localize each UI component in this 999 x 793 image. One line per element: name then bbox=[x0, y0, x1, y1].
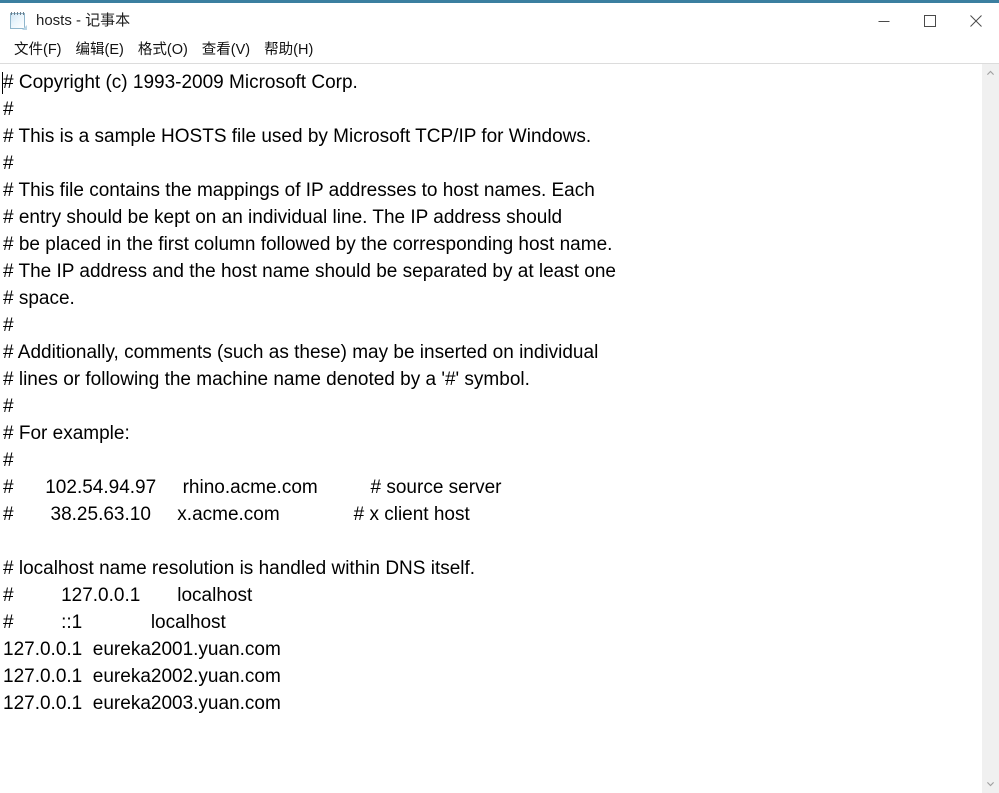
text-line: # This is a sample HOSTS file used by Mi… bbox=[3, 126, 592, 147]
scroll-down-button[interactable] bbox=[982, 776, 999, 793]
maximize-icon bbox=[924, 14, 936, 27]
text-line: # The IP address and the host name shoul… bbox=[3, 261, 617, 282]
text-line: # 102.54.94.97 rhino.acme.com # source s… bbox=[3, 477, 502, 498]
text-line: # ::1 localhost bbox=[3, 612, 226, 633]
text-line: 127.0.0.1 eureka2002.yuan.com bbox=[3, 666, 281, 687]
menu-bar: 文件(F) 编辑(E) 格式(O) 查看(V) 帮助(H) bbox=[0, 38, 999, 63]
text-line: # 127.0.0.1 localhost bbox=[3, 585, 253, 606]
text-line: 127.0.0.1 eureka2003.yuan.com bbox=[3, 693, 281, 714]
text-line: # lines or following the machine name de… bbox=[3, 369, 530, 390]
text-line: # bbox=[3, 315, 14, 336]
text-line bbox=[3, 528, 982, 555]
chevron-down-icon bbox=[987, 782, 994, 787]
menu-item-edit[interactable]: 编辑(E) bbox=[69, 43, 131, 58]
chevron-up-icon bbox=[987, 70, 994, 75]
text-line: # 38.25.63.10 x.acme.com # x client host bbox=[3, 504, 470, 525]
minimize-icon bbox=[878, 20, 890, 22]
menu-item-help[interactable]: 帮助(H) bbox=[257, 43, 320, 58]
text-line: # Copyright (c) 1993-2009 Microsoft Corp… bbox=[3, 72, 358, 93]
minimize-button[interactable] bbox=[861, 3, 907, 38]
text-editor[interactable]: # Copyright (c) 1993-2009 Microsoft Corp… bbox=[0, 64, 982, 793]
menu-item-file[interactable]: 文件(F) bbox=[7, 43, 69, 58]
text-line: # entry should be kept on an individual … bbox=[3, 207, 563, 228]
text-caret bbox=[2, 72, 3, 94]
text-line: # bbox=[3, 153, 14, 174]
title-bar-left: hosts - 记事本 bbox=[0, 3, 130, 38]
close-icon bbox=[970, 14, 982, 27]
text-line: # bbox=[3, 99, 14, 120]
scroll-up-button[interactable] bbox=[982, 64, 999, 81]
notepad-icon bbox=[9, 11, 27, 30]
maximize-button[interactable] bbox=[907, 3, 953, 38]
notepad-window: hosts - 记事本 文件(F) 编辑(E) 格式(O) 查看(V) 帮助(H… bbox=[0, 0, 999, 793]
text-line: 127.0.0.1 eureka2001.yuan.com bbox=[3, 639, 281, 660]
menu-item-view[interactable]: 查看(V) bbox=[195, 43, 257, 58]
text-line: # space. bbox=[3, 288, 75, 309]
text-line: # localhost name resolution is handled w… bbox=[3, 558, 476, 579]
close-button[interactable] bbox=[953, 3, 999, 38]
text-content: # Copyright (c) 1993-2009 Microsoft Corp… bbox=[0, 64, 982, 717]
text-line: # bbox=[3, 396, 14, 417]
window-controls bbox=[861, 3, 999, 38]
text-line: # Additionally, comments (such as these)… bbox=[3, 342, 599, 363]
window-title: hosts - 记事本 bbox=[36, 12, 131, 29]
text-line: # be placed in the first column followed… bbox=[3, 234, 613, 255]
vertical-scrollbar[interactable] bbox=[982, 64, 999, 793]
text-line: # This file contains the mappings of IP … bbox=[3, 180, 595, 201]
title-bar[interactable]: hosts - 记事本 bbox=[0, 3, 999, 38]
text-line: # bbox=[3, 450, 14, 471]
text-line: # For example: bbox=[3, 423, 130, 444]
editor-area: # Copyright (c) 1993-2009 Microsoft Corp… bbox=[0, 63, 999, 793]
menu-item-format[interactable]: 格式(O) bbox=[131, 43, 195, 58]
scroll-track[interactable] bbox=[982, 81, 999, 776]
